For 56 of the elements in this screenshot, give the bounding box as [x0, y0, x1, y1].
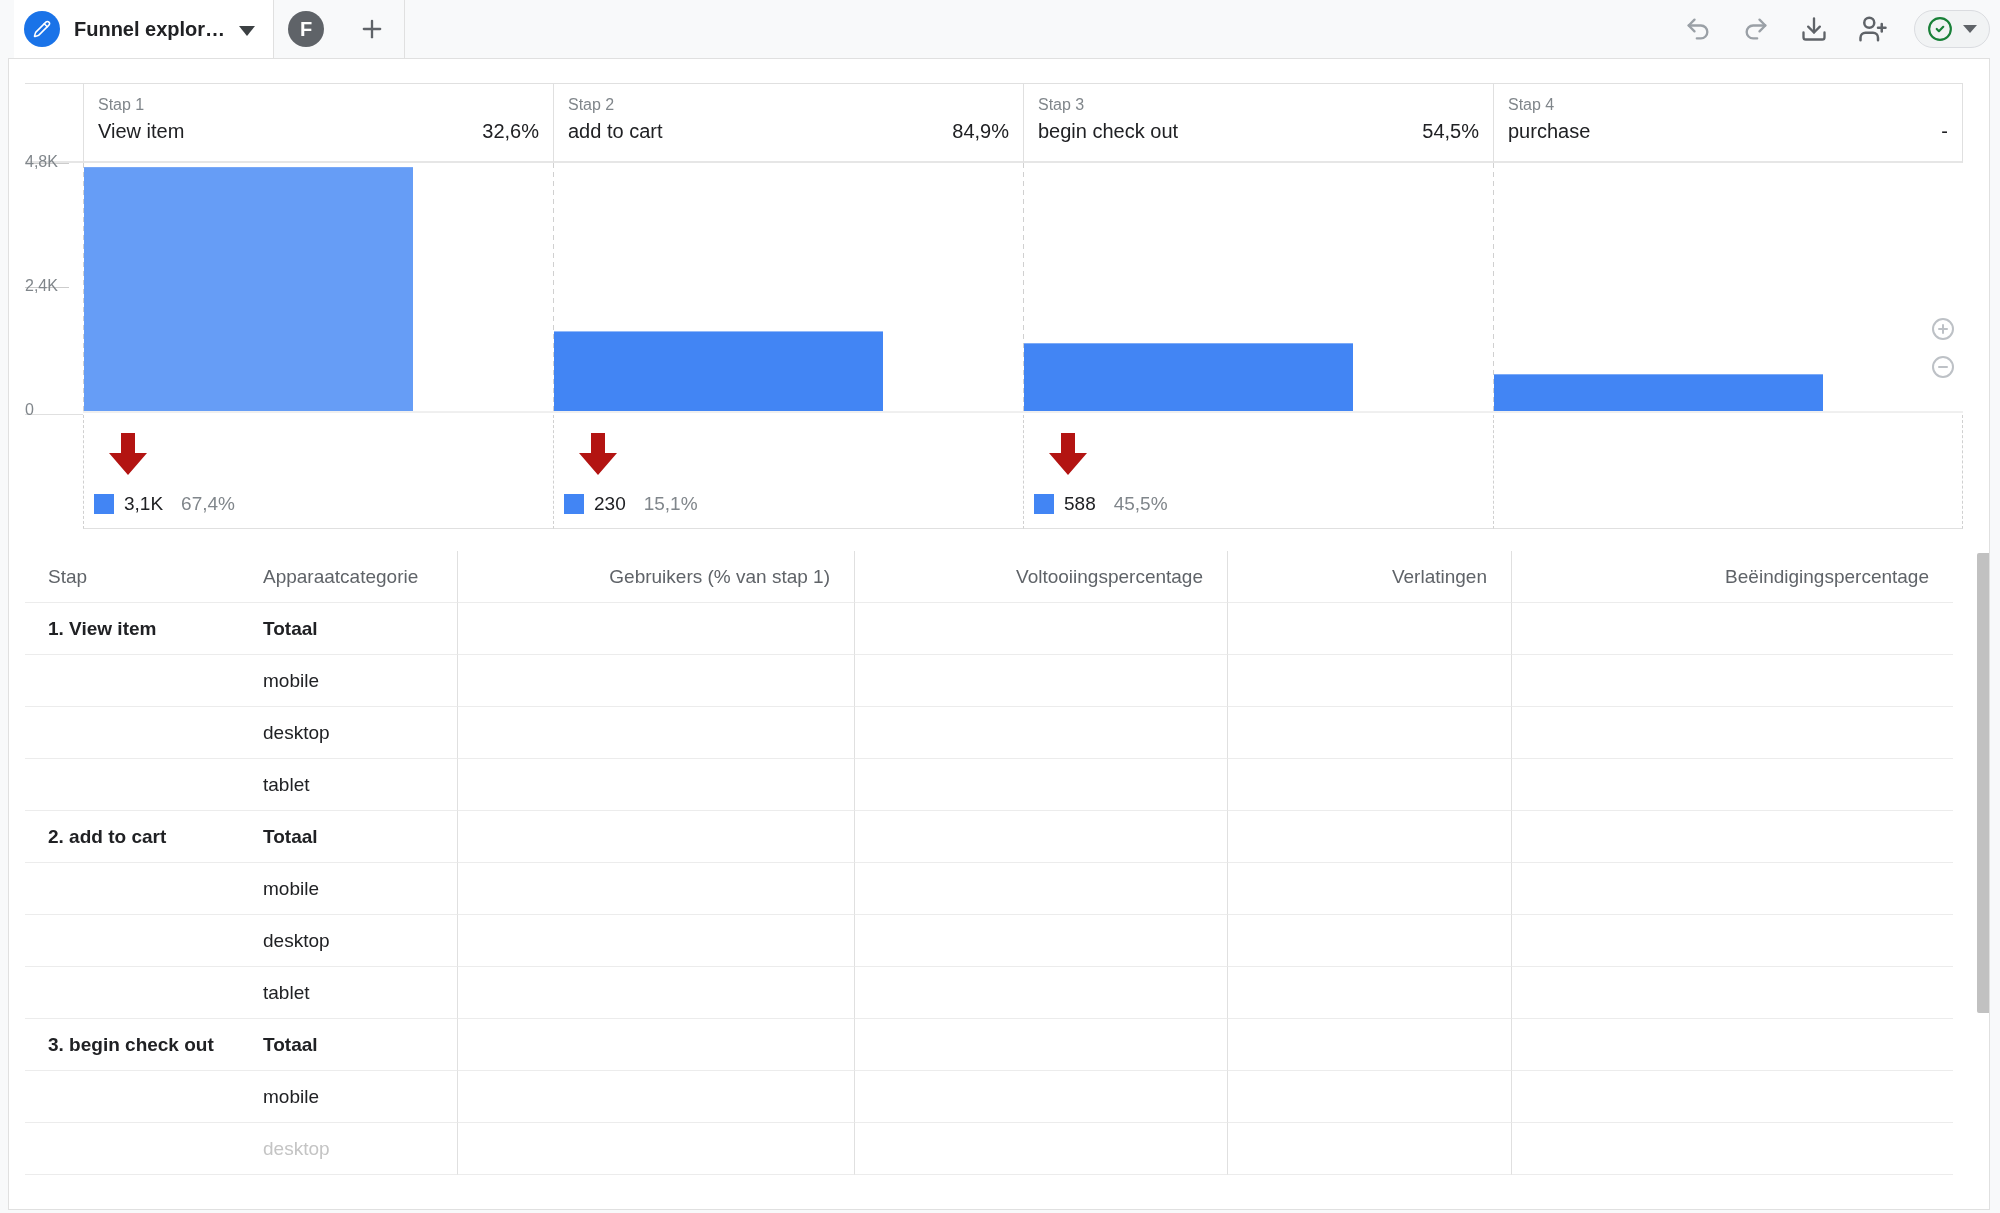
legend-square-icon — [94, 494, 114, 514]
axis-tick-label: 4,8K — [25, 153, 58, 171]
dropoff-percent: 15,1% — [643, 493, 698, 515]
device-cell: Totaal — [263, 617, 318, 640]
step-cell: 2. add to cart — [48, 825, 167, 848]
step-rate: 54,5% — [1422, 120, 1479, 143]
dropoff-percent: 45,5% — [1113, 493, 1168, 515]
step-name: begin check out — [1038, 120, 1179, 143]
device-cell: Totaal — [263, 825, 318, 848]
step-rate: 32,6% — [482, 120, 539, 143]
down-arrow-icon — [578, 433, 618, 475]
step-cell: 3. begin check out — [48, 1033, 214, 1056]
legend-square-icon — [1034, 494, 1054, 514]
axis-tick-label: 0 — [25, 401, 34, 419]
check-circle-icon — [1927, 16, 1953, 42]
column-header[interactable]: Gebruikers (% van stap 1) — [457, 551, 854, 603]
dropoff-count: 230 — [594, 493, 626, 515]
step-name: View item — [98, 120, 185, 143]
step-label: Stap 3 — [1038, 96, 1086, 114]
caret-icon[interactable] — [239, 25, 256, 36]
device-cell: tablet — [263, 981, 310, 1004]
column-header[interactable]: Stap — [25, 551, 248, 603]
step-label: Stap 1 — [98, 96, 146, 114]
device-cell: desktop — [263, 1137, 330, 1160]
exploration-tab[interactable]: Funnel explor… — [14, 0, 275, 58]
column-header[interactable]: Voltooiingspercentage — [854, 551, 1227, 603]
step-name: add to cart — [568, 120, 663, 143]
step-rate: 84,9% — [952, 120, 1009, 143]
down-arrow-icon — [108, 433, 148, 475]
column-header[interactable]: Verlatingen — [1227, 551, 1511, 603]
step-label: Stap 4 — [1508, 96, 1556, 114]
device-cell: mobile — [263, 1085, 319, 1108]
step-rate: - — [1941, 120, 1948, 143]
device-cell: desktop — [263, 721, 330, 744]
pencil-icon — [24, 11, 60, 47]
legend-square-icon — [564, 494, 584, 514]
column-header[interactable]: Beëindigingspercentage — [1511, 551, 1953, 603]
dropoff-count: 3,1K — [124, 493, 164, 515]
status-button[interactable] — [1914, 10, 1990, 48]
step-name: purchase — [1508, 120, 1591, 143]
step-cell: 1. View item — [48, 617, 157, 640]
device-cell: tablet — [263, 773, 310, 796]
column-header[interactable]: Apparaatcategorie — [248, 551, 457, 603]
down-arrow-icon — [1048, 433, 1088, 475]
device-cell: mobile — [263, 877, 319, 900]
device-cell: Totaal — [263, 1033, 318, 1056]
axis-tick-label: 2,4K — [25, 277, 58, 295]
dropoff-percent: 67,4% — [181, 493, 235, 515]
dropoff-count: 588 — [1064, 493, 1096, 515]
tab-avatar[interactable]: F — [288, 11, 325, 47]
scrollbar[interactable] — [1977, 553, 1989, 1013]
device-cell: desktop — [263, 929, 330, 952]
step-label: Stap 2 — [568, 96, 616, 114]
funnel-bar[interactable] — [1494, 374, 1823, 411]
caret-icon — [1963, 25, 1977, 33]
device-cell: mobile — [263, 669, 319, 692]
